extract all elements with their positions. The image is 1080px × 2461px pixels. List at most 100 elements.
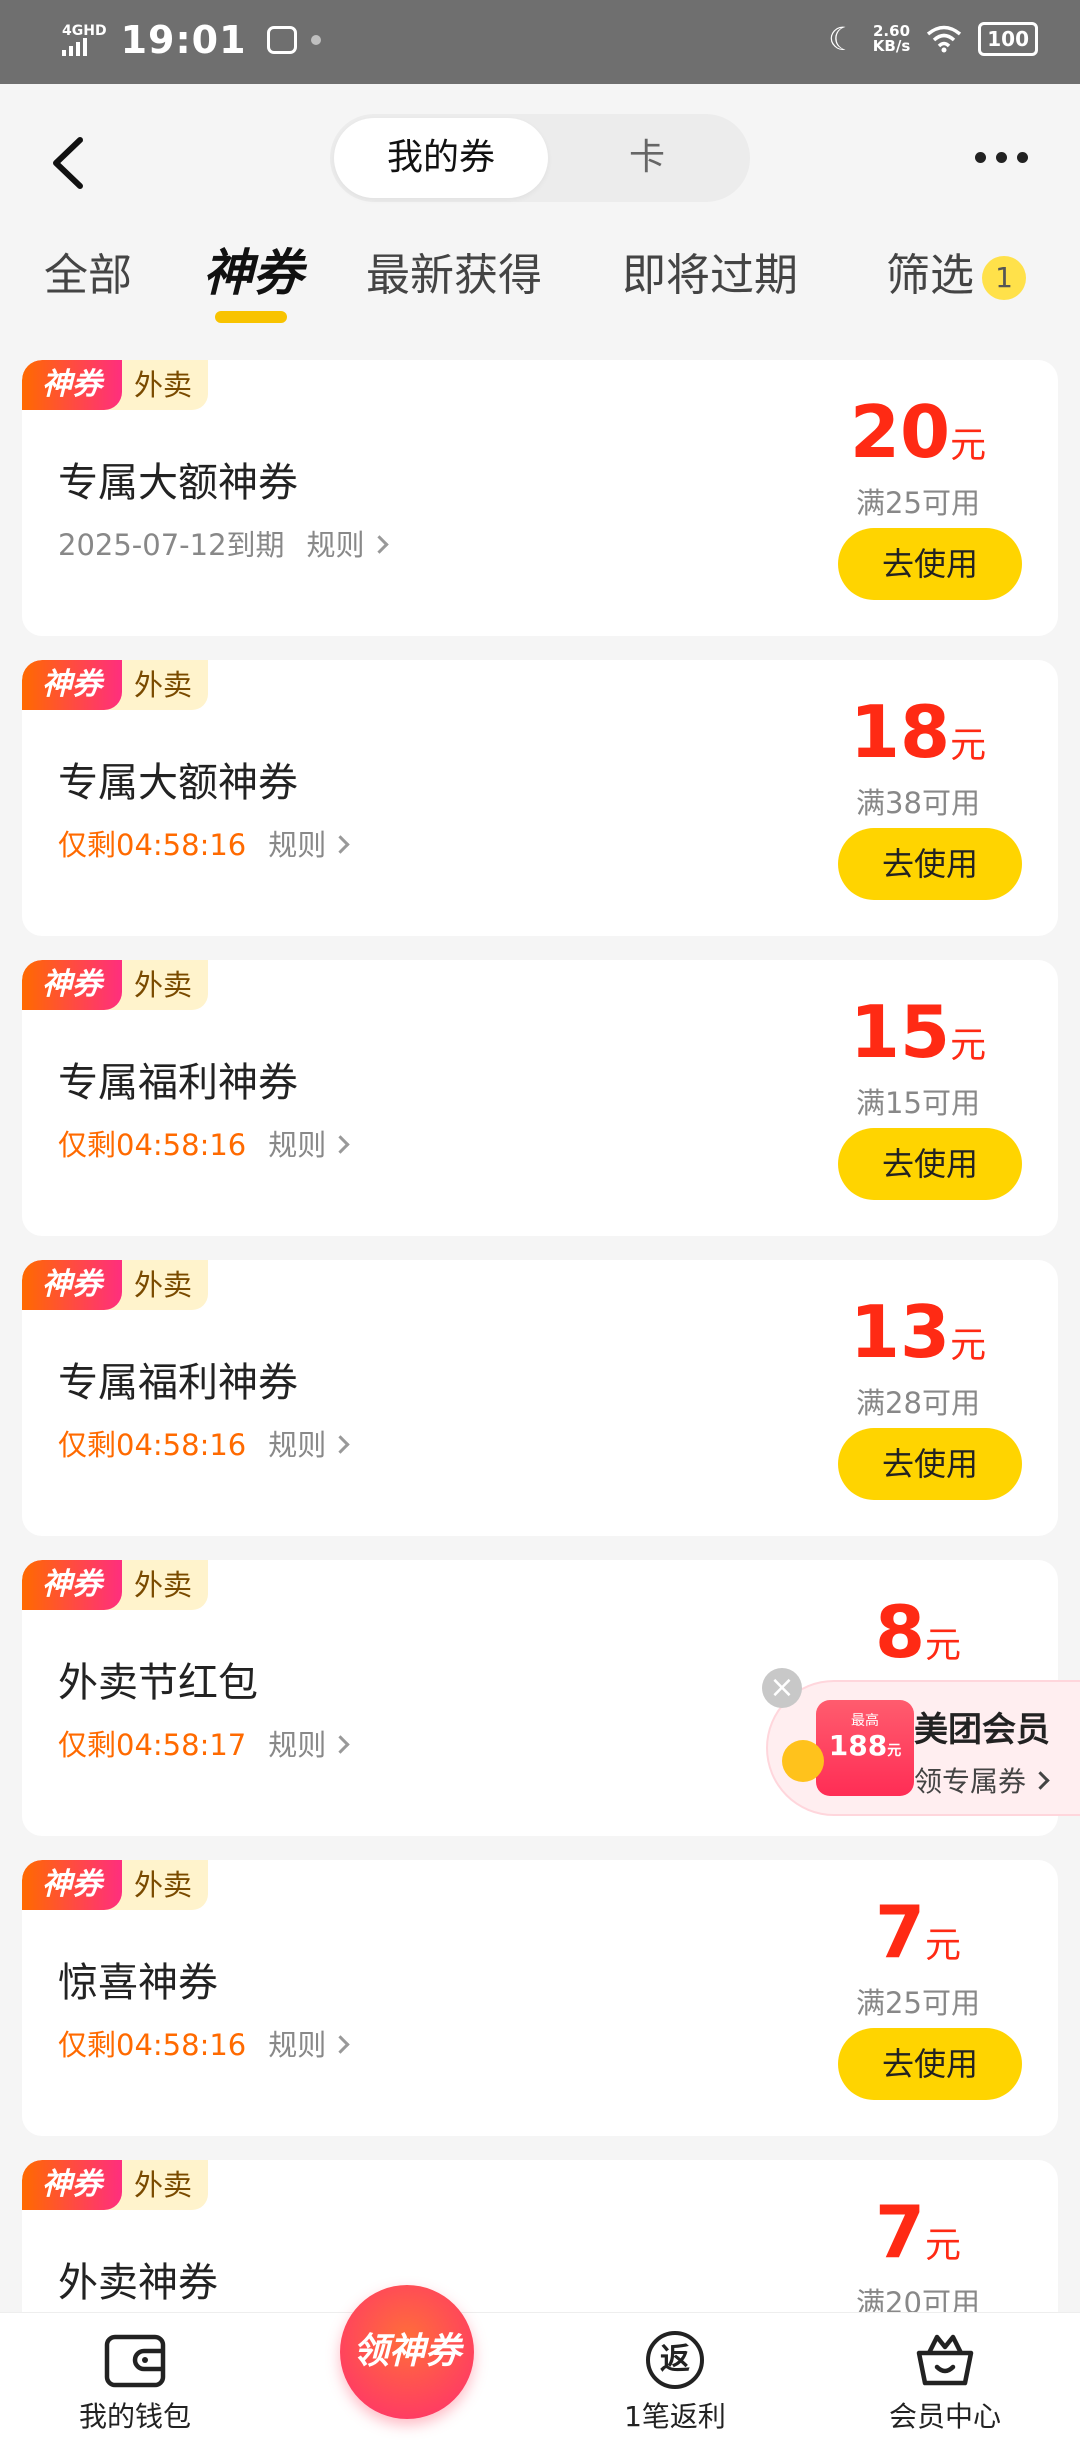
coupon-condition: 满25可用	[856, 1986, 980, 2020]
coin-icon	[782, 1740, 824, 1782]
coupon-condition: 满15可用	[856, 1086, 980, 1120]
coupon-countdown: 仅剩04:58:16	[58, 1128, 247, 1162]
use-coupon-button[interactable]: 去使用	[838, 828, 1022, 900]
coupon-rule-link[interactable]: 规则	[268, 1128, 350, 1162]
coupon-countdown: 仅剩04:58:16	[58, 2028, 247, 2062]
segment-my-coupons[interactable]: 我的券	[334, 118, 548, 198]
coupon-card: 神券 外卖 惊喜神券 仅剩04:58:16 规则 7元 满25可用 去使用	[22, 1860, 1058, 2136]
tab-expiring[interactable]: 即将过期	[622, 239, 798, 303]
face-icon	[266, 26, 297, 54]
clock: 19:01	[120, 18, 247, 62]
wifi-icon	[926, 25, 962, 53]
notification-dot-icon	[310, 35, 321, 45]
coupon-tag: 神券 外卖	[22, 960, 209, 1010]
tab-all[interactable]: 全部	[44, 239, 132, 303]
coupon-title: 外卖神券	[58, 2260, 218, 2306]
moon-icon: ☾	[828, 20, 857, 58]
coupon-tag: 神券 外卖	[22, 1860, 209, 1910]
rebate-icon: 返	[646, 2331, 704, 2389]
member-float-banner[interactable]: 最高 188元 美团会员 领专属券	[766, 1680, 1080, 1816]
network-speed: 2.60 KB/s	[872, 22, 911, 55]
coupon-meta: 仅剩04:58:16 规则	[58, 1422, 350, 1464]
chevron-right-icon	[1031, 1771, 1050, 1790]
coupon-rule-link[interactable]: 规则	[268, 2028, 350, 2062]
chevron-right-icon	[331, 2035, 350, 2054]
coupon-rule-link[interactable]: 规则	[268, 828, 350, 862]
coupon-rule-link[interactable]: 规则	[268, 1728, 350, 1762]
coupon-title: 惊喜神券	[58, 1960, 218, 2006]
coupon-meta: 仅剩04:58:16 规则	[58, 822, 350, 864]
coupon-amount: 7元	[874, 2190, 962, 2274]
coupon-title: 专属福利神券	[58, 1060, 298, 1106]
coupon-countdown: 仅剩04:58:17	[58, 1728, 247, 1762]
coupon-condition: 满28可用	[856, 1386, 980, 1420]
chevron-right-icon	[331, 1135, 350, 1154]
coupon-tag-brand: 神券	[22, 1260, 122, 1310]
coupon-expiry: 2025-07-12到期	[58, 528, 285, 562]
nav-wallet[interactable]: 我的钱包	[35, 2313, 235, 2435]
coupon-rule-link[interactable]: 规则	[307, 528, 389, 562]
nav-member-center[interactable]: 会员中心	[845, 2313, 1045, 2435]
tab-indicator	[215, 311, 287, 323]
use-coupon-button[interactable]: 去使用	[838, 2028, 1022, 2100]
more-icon[interactable]	[975, 152, 1028, 163]
coupon-meta: 仅剩04:58:17 规则	[58, 1722, 350, 1764]
coupon-title: 外卖节红包	[58, 1660, 258, 1706]
coupon-card: 神券 外卖 外卖神券 7元 满20可用	[22, 2160, 1058, 2320]
coupon-condition: 满38可用	[856, 786, 980, 820]
coupon-title: 专属福利神券	[58, 1360, 298, 1406]
close-icon[interactable]: ×	[762, 1668, 802, 1708]
tab-latest[interactable]: 最新获得	[366, 239, 542, 303]
chevron-right-icon	[369, 535, 389, 554]
coupon-tag-brand: 神券	[22, 360, 122, 410]
chevron-left-icon	[53, 137, 83, 189]
tab-shenquan[interactable]: 神券	[203, 233, 303, 305]
coupon-amount: 8元	[874, 1590, 962, 1674]
coupon-amount: 18元	[849, 690, 987, 774]
crown-basket-icon	[916, 2334, 974, 2386]
coupon-countdown: 仅剩04:58:16	[58, 828, 247, 862]
coupon-card: 神券 外卖 专属大额神券 2025-07-12到期 规则 20元 满25可用 去使…	[22, 360, 1058, 636]
wallet-icon	[104, 2334, 166, 2388]
coupon-meta: 仅剩04:58:16 规则	[58, 2022, 350, 2064]
coupon-title: 专属大额神券	[58, 460, 298, 506]
coupon-tag-brand: 神券	[22, 2160, 122, 2210]
nav-rebate[interactable]: 返 1笔返利	[575, 2313, 775, 2435]
coupon-amount: 20元	[849, 390, 987, 474]
use-coupon-button[interactable]: 去使用	[838, 528, 1022, 600]
coupon-tag: 神券 外卖	[22, 2160, 209, 2210]
coupon-meta: 2025-07-12到期 规则	[58, 522, 389, 564]
coupon-tag-brand: 神券	[22, 1860, 122, 1910]
status-bar: 4GHD 19:01 ☾ 2.60 KB/s 100	[0, 0, 1080, 84]
use-coupon-button[interactable]: 去使用	[838, 1128, 1022, 1200]
chevron-right-icon	[331, 1435, 350, 1454]
coupon-tag: 神券 外卖	[22, 360, 209, 410]
coupon-amount: 15元	[849, 990, 987, 1074]
coupon-countdown: 仅剩04:58:16	[58, 1428, 247, 1462]
header: 我的券 卡 全部 神券 最新获得 即将过期 筛选 1	[0, 84, 1080, 344]
bottom-nav: 我的钱包 领神券 返 1笔返利 会员中心	[0, 2285, 1080, 2461]
coupon-card: 神券 外卖 专属福利神券 仅剩04:58:16 规则 15元 满15可用 去使用	[22, 960, 1058, 1236]
segment-cards[interactable]: 卡	[548, 118, 746, 198]
segment-control: 我的券 卡	[330, 114, 750, 202]
coupon-condition: 满25可用	[856, 486, 980, 520]
member-subtitle: 领专属券	[914, 1760, 1050, 1800]
coupon-amount: 13元	[849, 1290, 987, 1374]
tab-filter[interactable]: 筛选 1	[886, 239, 1026, 303]
chevron-right-icon	[331, 835, 350, 854]
coupon-card: 神券 外卖 专属大额神券 仅剩04:58:16 规则 18元 满38可用 去使用	[22, 660, 1058, 936]
battery-icon: 100	[978, 22, 1038, 56]
get-coupon-button[interactable]: 领神券	[340, 2285, 474, 2419]
coupon-tag: 神券 外卖	[22, 1260, 209, 1310]
back-button[interactable]	[44, 128, 94, 198]
coupon-title: 专属大额神券	[58, 760, 298, 806]
use-coupon-button[interactable]: 去使用	[838, 1428, 1022, 1500]
chevron-right-icon	[331, 1735, 350, 1754]
signal-icon	[62, 38, 107, 56]
coupon-rule-link[interactable]: 规则	[268, 1428, 350, 1462]
coupon-tag-brand: 神券	[22, 660, 122, 710]
member-title: 美团会员	[914, 1710, 1050, 1750]
coupon-tag-brand: 神券	[22, 960, 122, 1010]
network-type: 4GHD	[62, 23, 107, 39]
filter-count-badge: 1	[982, 256, 1026, 300]
